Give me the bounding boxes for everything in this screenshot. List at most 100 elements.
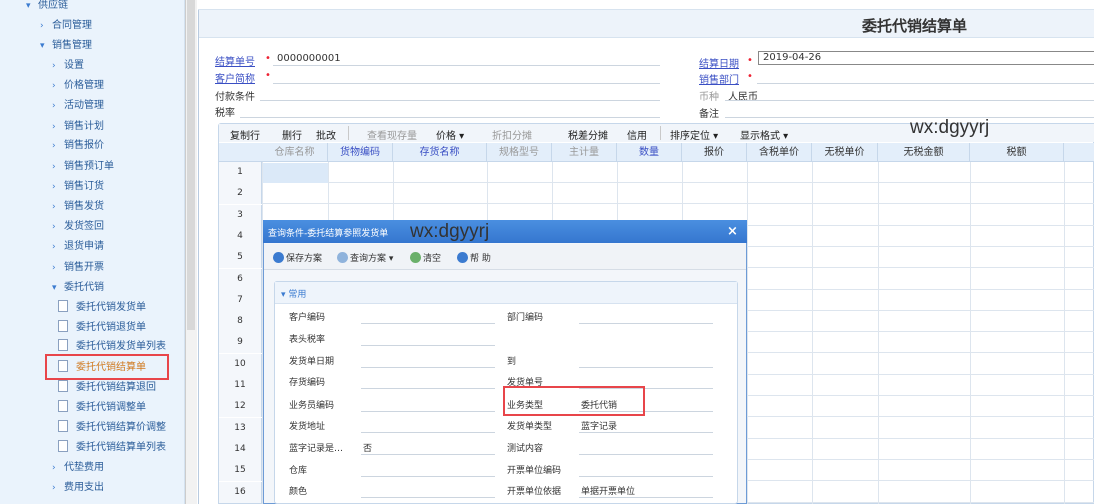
field-input[interactable] (361, 497, 495, 498)
column-header[interactable]: 无税金额 (878, 143, 970, 162)
field-input[interactable] (579, 323, 713, 324)
field-input[interactable] (361, 323, 495, 324)
sidebar-item[interactable]: › 销售发货 (52, 198, 104, 216)
sidebar-item-label: 委托代销发货单 (76, 302, 146, 313)
row-number: 1 (219, 162, 262, 183)
sidebar-item[interactable]: 委托代销结算退回 (58, 379, 156, 397)
grid-toolbar-button[interactable]: 信用 (627, 127, 647, 142)
help-icon (457, 252, 468, 263)
payment-terms-field[interactable] (260, 100, 660, 101)
tax-rate-field[interactable] (240, 117, 660, 118)
customer-label[interactable]: 客户简称 (215, 70, 255, 85)
column-header[interactable]: 含税单价 (747, 143, 812, 162)
field-label: 开票单位依据 (507, 487, 562, 497)
sidebar-item-label: 销售开票 (64, 262, 104, 273)
grid-toolbar-button[interactable]: 税差分摊 (568, 127, 608, 142)
grid-toolbar-button[interactable]: 复制行 (230, 127, 260, 142)
sidebar-item[interactable]: › 发货签回 (52, 218, 104, 236)
grid-toolbar-button[interactable]: 查看现存量 (367, 127, 417, 142)
document-icon (58, 300, 68, 312)
required-mark: • (265, 53, 271, 64)
sidebar-item[interactable]: ▾ 供应链 (26, 0, 68, 15)
field-input[interactable] (579, 454, 713, 455)
sidebar-item-label: 委托代销调整单 (76, 402, 146, 413)
grid-toolbar-button[interactable]: 显示格式 ▾ (740, 127, 788, 142)
column-header[interactable]: 仓库名称 (262, 143, 328, 162)
payment-terms-label: 付款条件 (215, 92, 255, 103)
field-input[interactable] (361, 432, 495, 433)
scrollbar-thumb[interactable] (187, 0, 195, 330)
chevron-right-icon: › (52, 141, 56, 151)
document-icon (58, 420, 68, 432)
sidebar-item[interactable]: › 费用支出 (52, 479, 104, 497)
sales-dept-field[interactable] (757, 83, 1094, 84)
sidebar-item[interactable]: 委托代销退货单 (58, 319, 146, 337)
customer-field[interactable] (273, 83, 660, 84)
settlement-date-field[interactable]: 2019-04-26 (758, 51, 1094, 65)
sales-dept-label[interactable]: 销售部门 (699, 71, 739, 86)
sidebar-item[interactable]: › 退货申请 (52, 238, 104, 256)
field-label: 存货编码 (289, 378, 326, 388)
column-header[interactable]: 数量 (617, 143, 682, 162)
sidebar-item[interactable]: › 销售预订单 (52, 158, 114, 176)
field-value[interactable]: 蓝字记录 (581, 419, 617, 432)
sidebar-item[interactable]: › 设置 (52, 57, 84, 75)
sidebar-item[interactable]: 委托代销结算单 (58, 359, 146, 377)
sidebar-item[interactable]: › 销售计划 (52, 118, 104, 136)
sidebar-item[interactable]: › 活动管理 (52, 97, 104, 115)
field-input[interactable] (361, 345, 495, 346)
field-input[interactable] (579, 497, 713, 498)
sidebar-item[interactable]: 委托代销发货单 (58, 299, 146, 317)
grid-toolbar-button[interactable]: 删行 (282, 127, 302, 142)
selected-cell[interactable] (263, 163, 328, 183)
sidebar-item-label: 销售管理 (52, 40, 92, 51)
field-input[interactable] (361, 367, 495, 368)
sidebar-item[interactable]: 委托代销调整单 (58, 399, 146, 417)
column-header[interactable]: 规格型号 (487, 143, 552, 162)
toolbar-separator (348, 126, 349, 140)
column-header[interactable]: 税额 (970, 143, 1064, 162)
grid-toolbar-button[interactable]: 折扣分摊 (492, 127, 532, 142)
table-row[interactable] (219, 162, 1094, 183)
dialog-folder-button[interactable]: 查询方案 ▾ (337, 251, 393, 264)
section-title[interactable]: ▾ 常用 (281, 287, 306, 300)
grid-toolbar-button[interactable]: 批改 (316, 127, 336, 142)
column-header[interactable]: 货物编码 (328, 143, 393, 162)
field-input[interactable] (361, 454, 495, 455)
field-input[interactable] (579, 476, 713, 477)
required-mark: • (747, 71, 753, 82)
field-input[interactable] (579, 367, 713, 368)
sidebar-item[interactable]: 委托代销结算单列表 (58, 439, 166, 457)
dialog-help-button[interactable]: 帮 助 (457, 251, 491, 264)
grid-toolbar-button[interactable]: 价格 ▾ (436, 127, 464, 142)
sidebar-item[interactable]: › 销售开票 (52, 259, 104, 277)
section-header[interactable] (275, 282, 737, 304)
sidebar-item[interactable]: › 代垫费用 (52, 459, 104, 477)
chevron-down-icon: ▾ (52, 283, 57, 293)
column-header[interactable]: 报价 (682, 143, 747, 162)
sidebar-item[interactable]: ▾ 销售管理 (40, 37, 92, 55)
sidebar-item[interactable]: › 销售订货 (52, 178, 104, 196)
close-icon[interactable]: × (727, 224, 738, 239)
sidebar-item[interactable]: 委托代销发货单列表 (58, 338, 166, 356)
sidebar-item[interactable]: › 销售报价 (52, 137, 104, 155)
dialog-clear-button[interactable]: 清空 (410, 251, 441, 264)
button-label: 帮 助 (470, 254, 491, 264)
grid-toolbar-button[interactable]: 排序定位 ▾ (670, 127, 718, 142)
field-input[interactable] (579, 432, 713, 433)
column-header[interactable]: 无税单价 (812, 143, 878, 162)
sidebar-item[interactable]: ▾ 委托代销 (52, 279, 104, 297)
settlement-no-field[interactable]: 0000000001 (277, 53, 341, 64)
sidebar-item[interactable]: 委托代销结算价调整 (58, 419, 166, 437)
sidebar-item[interactable]: › 价格管理 (52, 77, 104, 95)
dialog-save-button[interactable]: 保存方案 (273, 251, 322, 264)
field-value[interactable]: 否 (363, 441, 372, 454)
field-input[interactable] (361, 411, 495, 412)
table-row[interactable] (219, 183, 1094, 205)
field-value[interactable]: 单据开票单位 (581, 484, 635, 497)
sidebar-item[interactable]: › 合同管理 (40, 17, 92, 35)
column-header[interactable]: 存货名称 (393, 143, 487, 162)
field-input[interactable] (361, 476, 495, 477)
column-header[interactable]: 主计量 (552, 143, 617, 162)
field-input[interactable] (361, 388, 495, 389)
